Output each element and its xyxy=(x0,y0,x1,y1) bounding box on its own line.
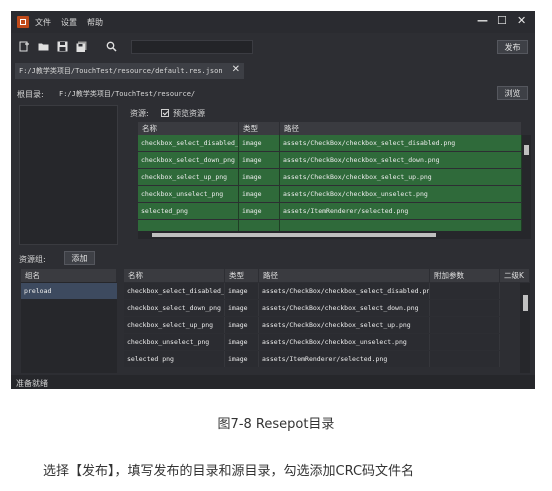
close-window-button[interactable]: ✕ xyxy=(517,14,526,27)
cell-path: assets/ItemRenderer/selected.png xyxy=(280,203,522,219)
tab-bar: F:/J教学类项目/TouchTest/resource/default.res… xyxy=(11,63,535,79)
groups-label: 资源组: xyxy=(19,255,46,264)
root-path: F:/J教学类项目/TouchTest/resource/ xyxy=(59,90,196,98)
open-folder-icon[interactable] xyxy=(38,41,49,52)
cell-name: checkbox_select_disabled_png xyxy=(124,283,225,299)
save-icon[interactable] xyxy=(57,41,68,52)
root-label: 根目录: xyxy=(17,90,44,99)
add-group-button[interactable]: 添加 xyxy=(64,251,95,265)
menu-settings[interactable]: 设置 xyxy=(61,17,77,28)
resources-vertical-scrollbar[interactable] xyxy=(522,135,531,231)
cell-type: image xyxy=(239,135,280,151)
cell-type: image xyxy=(239,203,280,219)
cell-type: image xyxy=(225,317,259,333)
col-path[interactable]: 路径 xyxy=(280,122,522,135)
app-window: 文件 设置 帮助 — ☐ ✕ 发布 F:/J教学类项目/TouchTest/re… xyxy=(11,11,535,389)
preview-checkbox[interactable] xyxy=(161,109,169,117)
col-secondary[interactable]: 二级K xyxy=(500,269,530,282)
cell-name: checkbox_select_up_png xyxy=(138,169,239,185)
toolbar: 发布 xyxy=(11,37,535,57)
col-extra[interactable]: 附加参数 xyxy=(430,269,500,282)
col-name[interactable]: 名称 xyxy=(124,269,225,282)
maximize-button[interactable]: ☐ xyxy=(497,14,507,27)
status-text: 准备就绪 xyxy=(16,379,48,388)
col-name[interactable]: 名称 xyxy=(138,122,239,135)
publish-button[interactable]: 发布 xyxy=(497,40,528,54)
resources-header: 资源: xyxy=(130,109,149,118)
cell-extra xyxy=(430,300,500,316)
cell-type: image xyxy=(239,186,280,202)
cell-extra xyxy=(430,351,500,367)
resource-tree-panel[interactable] xyxy=(19,105,118,245)
group-list-header: 组名 xyxy=(21,269,117,282)
group-list: 组名 preload xyxy=(21,269,117,373)
cell-name: checkbox_select_disabled_png xyxy=(138,135,239,151)
group-item-label: preload xyxy=(21,283,117,299)
app-logo-icon xyxy=(17,16,29,28)
cell-path: assets/CheckBox/checkbox_select_down.png xyxy=(259,300,430,316)
col-group-name[interactable]: 组名 xyxy=(21,269,117,282)
cell-path: assets/CheckBox/checkbox_select_down.png xyxy=(280,152,522,168)
cell-name: checkbox_select_up_png xyxy=(124,317,225,333)
search-input[interactable] xyxy=(131,40,253,54)
cell-type: image xyxy=(239,169,280,185)
cell-type: image xyxy=(225,283,259,299)
figure-caption: 图7-8 Resepot目录 xyxy=(217,417,335,432)
cell-path: assets/ItemRenderer/selected.png xyxy=(259,351,430,367)
resources-table-header: 名称 类型 路径 xyxy=(138,122,522,135)
resources-horizontal-scrollbar[interactable] xyxy=(138,231,531,239)
save-all-icon[interactable] xyxy=(76,41,87,52)
tab-close-icon[interactable]: ✕ xyxy=(232,64,240,75)
cell-name: checkbox_select_down_png xyxy=(138,152,239,168)
cell-path: assets/CheckBox/checkbox_unselect.png xyxy=(259,334,430,350)
cell-name: checkbox_select_down_png xyxy=(124,300,225,316)
col-path[interactable]: 路径 xyxy=(259,269,430,282)
col-type[interactable]: 类型 xyxy=(225,269,259,282)
tab-default-res-json[interactable]: F:/J教学类项目/TouchTest/resource/default.res… xyxy=(15,63,244,79)
cell-name: checkbox_unselect_png xyxy=(138,186,239,202)
cell-extra xyxy=(430,283,500,299)
cell-type: image xyxy=(225,351,259,367)
group-resources-header: 名称 类型 路径 附加参数 二级K xyxy=(124,269,530,282)
new-file-icon[interactable] xyxy=(19,41,30,52)
menu-file[interactable]: 文件 xyxy=(35,17,51,28)
resources-table: 名称 类型 路径 checkbox_select_disabled_png im… xyxy=(138,122,535,240)
group-toolbar: 资源组: 添加 xyxy=(11,249,535,267)
resources-panel: 资源: 预览资源 名称 类型 路径 checkbox_select_disabl… xyxy=(124,105,531,245)
search-icon xyxy=(106,41,117,52)
root-directory-row: 根目录: F:/J教学类项目/TouchTest/resource/ 浏览 xyxy=(11,85,535,101)
preview-label: 预览资源 xyxy=(173,109,205,118)
group-resources-vertical-scrollbar[interactable] xyxy=(520,283,530,373)
body-paragraph: 选择【发布】，填写发布的目录和源目录，勾选添加CRC码文件名 xyxy=(43,464,415,479)
cell-name: selected png xyxy=(124,351,225,367)
cell-type: image xyxy=(225,334,259,350)
col-type[interactable]: 类型 xyxy=(239,122,280,135)
cell-extra xyxy=(430,317,500,333)
scroll-thumb[interactable] xyxy=(524,145,529,155)
group-resources-table: 名称 类型 路径 附加参数 二级K checkbox_select_disabl… xyxy=(124,269,530,373)
cell-extra xyxy=(430,334,500,350)
cell-path: assets/CheckBox/checkbox_select_disabled… xyxy=(280,135,522,151)
hscroll-thumb[interactable] xyxy=(152,233,436,237)
cell-name: selected_png xyxy=(138,203,239,219)
list-item[interactable]: preload xyxy=(21,283,117,299)
minimize-button[interactable]: — xyxy=(477,14,488,27)
cell-name: checkbox_unselect_png xyxy=(124,334,225,350)
scroll-thumb[interactable] xyxy=(523,295,528,311)
cell-path: assets/CheckBox/checkbox_select_up.png xyxy=(280,169,522,185)
cell-path: assets/CheckBox/checkbox_select_up.png xyxy=(259,317,430,333)
cell-path: assets/CheckBox/checkbox_unselect.png xyxy=(280,186,522,202)
status-bar: 准备就绪 xyxy=(11,375,535,389)
cell-type: image xyxy=(225,300,259,316)
browse-button[interactable]: 浏览 xyxy=(497,86,528,100)
tab-label: F:/J教学类项目/TouchTest/resource/default.res… xyxy=(19,67,223,75)
menu-help[interactable]: 帮助 xyxy=(87,17,103,28)
menu-bar: 文件 设置 帮助 — ☐ ✕ xyxy=(11,11,535,33)
cell-type: image xyxy=(239,152,280,168)
cell-path: assets/CheckBox/checkbox_select_disabled… xyxy=(259,283,430,299)
